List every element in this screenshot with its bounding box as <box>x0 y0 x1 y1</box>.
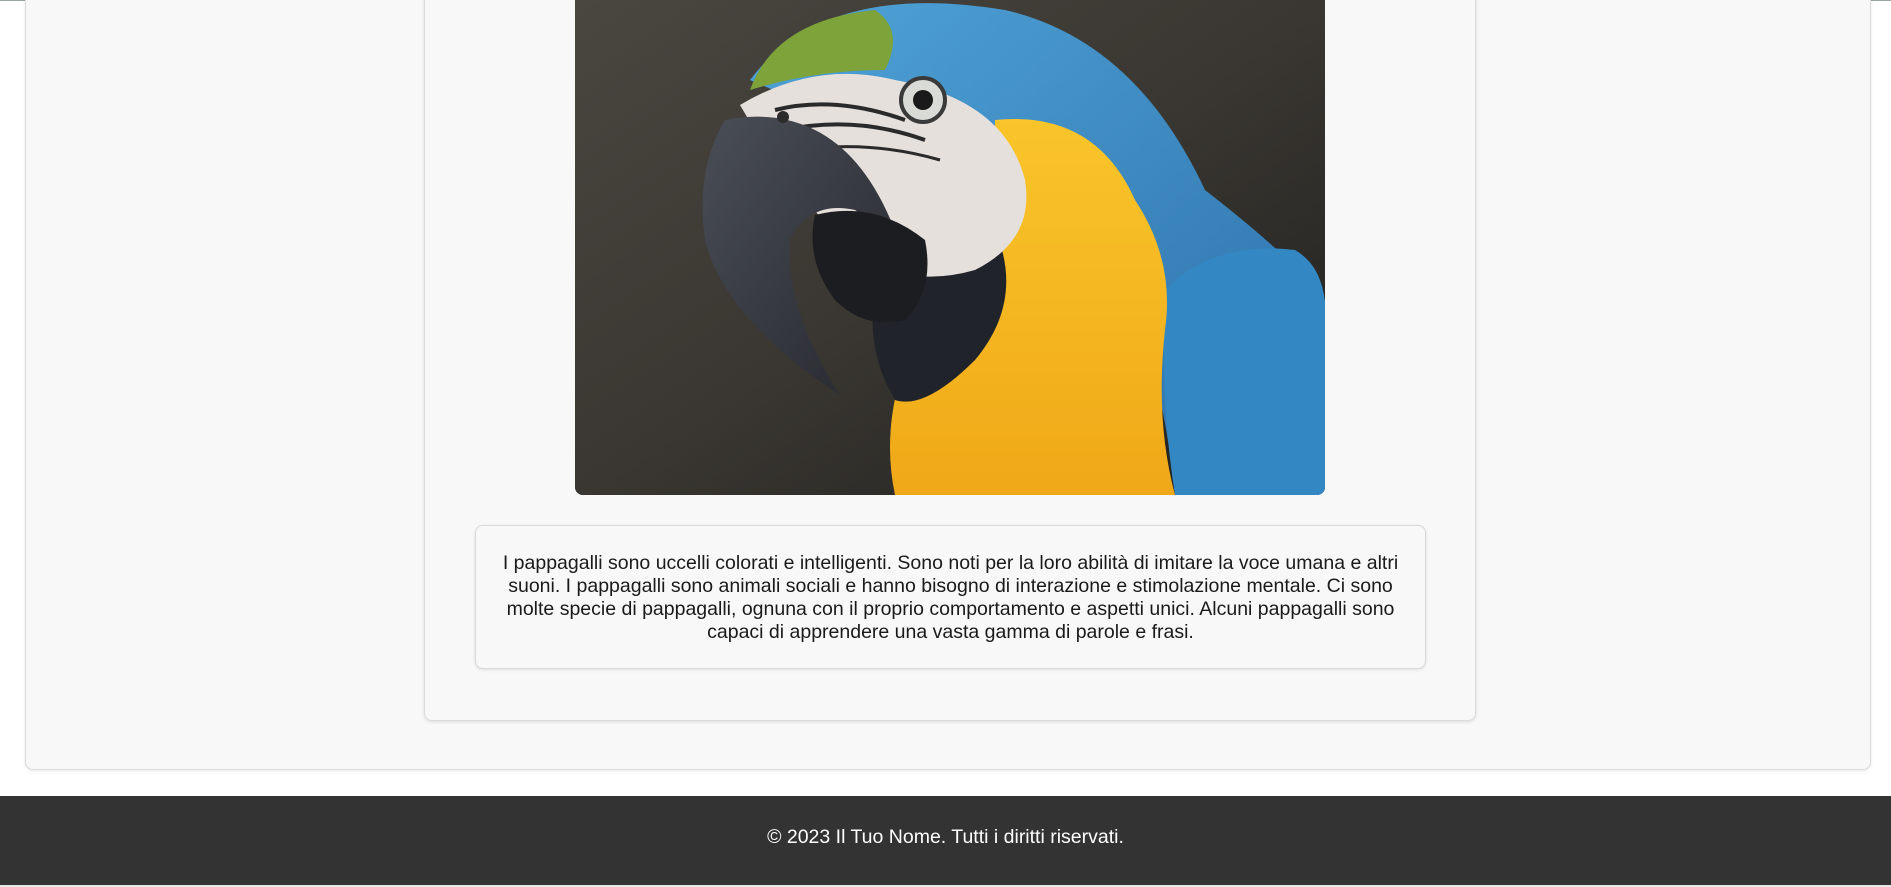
footer: © 2023 Il Tuo Nome. Tutti i diritti rise… <box>0 796 1891 887</box>
description-box: I pappagalli sono uccelli colorati e int… <box>475 525 1426 669</box>
parrot-image <box>575 0 1325 495</box>
copyright-text: © 2023 Il Tuo Nome. Tutti i diritti rise… <box>767 826 1124 848</box>
description-text: I pappagalli sono uccelli colorati e int… <box>502 552 1399 643</box>
